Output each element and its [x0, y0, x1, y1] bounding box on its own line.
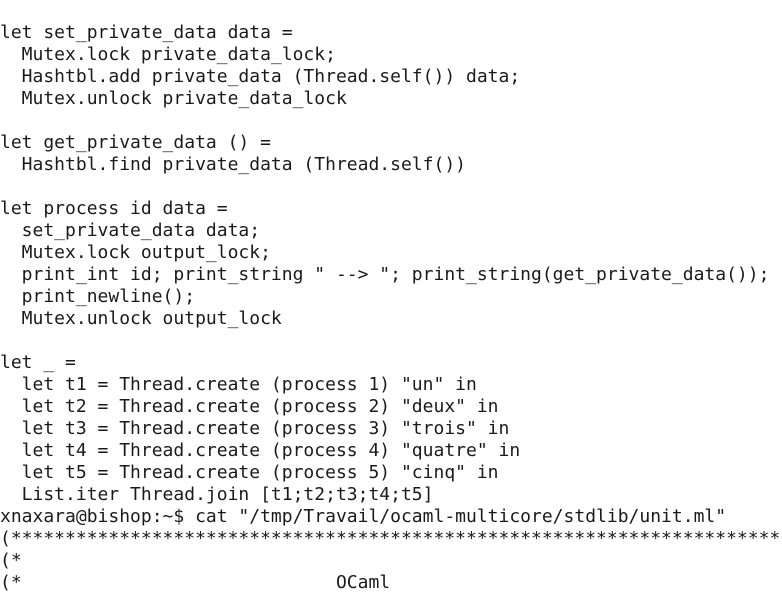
code-line: let _ = [0, 352, 76, 373]
code-line: Mutex.unlock private_data_lock [0, 88, 347, 109]
code-line: let get_private_data () = [0, 132, 271, 153]
code-line: Mutex.lock output_lock; [0, 242, 271, 263]
code-line: (***************************************… [0, 528, 782, 549]
code-line: let t3 = Thread.create (process 3) "troi… [0, 418, 510, 439]
code-line: (* OCaml [0, 572, 391, 593]
code-line: let t1 = Thread.create (process 1) "un" … [0, 374, 477, 395]
code-line: Mutex.lock private_data_lock; [0, 44, 336, 65]
code-line: Hashtbl.add private_data (Thread.self())… [0, 66, 521, 87]
code-line: let t2 = Thread.create (process 2) "deux… [0, 396, 499, 417]
code-line: Mutex.unlock output_lock [0, 308, 282, 329]
terminal-output[interactable]: let set_private_data data = Mutex.lock p… [0, 22, 782, 597]
code-line: print_newline(); [0, 286, 196, 307]
shell-prompt-line: xnaxara@bishop:~$ cat "/tmp/Travail/ocam… [0, 506, 727, 527]
code-line: Hashtbl.find private_data (Thread.self()… [0, 154, 466, 175]
code-line: let t5 = Thread.create (process 5) "cinq… [0, 462, 499, 483]
code-line: print_int id; print_string " --> "; prin… [0, 264, 770, 285]
code-line: let set_private_data data = [0, 22, 293, 43]
code-line: let t4 = Thread.create (process 4) "quat… [0, 440, 521, 461]
code-line: List.iter Thread.join [t1;t2;t3;t4;t5] [0, 484, 434, 505]
code-line: let process id data = [0, 198, 228, 219]
code-line: (* [0, 550, 22, 571]
code-line: set_private_data data; [0, 220, 261, 241]
